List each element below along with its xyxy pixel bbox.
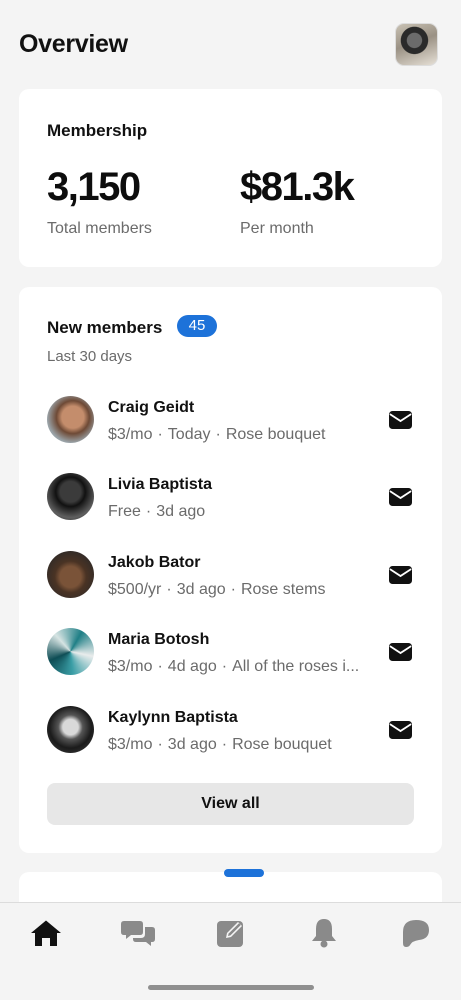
member-tier: All of the roses i... (232, 658, 360, 675)
membership-card: Membership 3,150 Total members $81.3k Pe… (19, 89, 442, 267)
nav-home[interactable] (23, 913, 69, 953)
member-joined: 3d ago (167, 736, 217, 753)
profile-avatar[interactable] (395, 23, 438, 66)
message-icon[interactable] (389, 488, 412, 506)
member-avatar (47, 473, 94, 520)
member-price: $3/mo (108, 736, 153, 753)
next-card-badge (224, 869, 264, 877)
home-icon (31, 920, 61, 946)
member-tier: Rose stems (240, 581, 326, 598)
member-meta: $500/yr · 3d ago · Rose stems (108, 581, 378, 599)
member-meta: Free · 3d ago (108, 503, 378, 521)
member-row[interactable]: Maria Botosh $3/mo · 4d ago · All of the ros… (19, 628, 442, 688)
chat-icon (121, 921, 155, 946)
member-joined: 3d ago (176, 581, 226, 598)
view-all-button[interactable]: View all (47, 783, 414, 825)
member-tier: Rose bouquet (232, 736, 332, 753)
member-joined: 3d ago (156, 503, 206, 520)
member-name: Jakob Bator (108, 554, 201, 571)
page-title: Overview (19, 30, 128, 58)
message-icon[interactable] (389, 566, 412, 584)
member-row[interactable]: Kaylynn Baptista $3/mo · 3d ago · Rose bouqu… (19, 706, 442, 766)
patreon-icon (403, 920, 429, 947)
member-avatar (47, 706, 94, 753)
nav-profile[interactable] (393, 913, 439, 953)
new-members-subtitle: Last 30 days (47, 348, 133, 365)
nav-messages[interactable] (115, 913, 161, 953)
message-icon[interactable] (389, 643, 412, 661)
member-tier: Rose bouquet (225, 426, 326, 443)
header: Overview (0, 0, 461, 90)
member-row[interactable]: Craig Geidt $3/mo · Today · Rose bouquet (19, 396, 442, 456)
nav-create[interactable] (208, 913, 254, 953)
member-avatar (47, 551, 94, 598)
member-meta: $3/mo · 4d ago · All of the roses i... (108, 658, 378, 676)
member-price: $3/mo (108, 658, 153, 675)
member-avatar (47, 628, 94, 675)
separator-dot: · (166, 581, 172, 598)
separator-dot: · (157, 658, 163, 675)
member-joined: 4d ago (167, 658, 217, 675)
member-meta: $3/mo · 3d ago · Rose bouquet (108, 736, 378, 754)
separator-dot: · (221, 658, 228, 675)
nav-notifications[interactable] (301, 913, 347, 953)
separator-dot: · (145, 503, 152, 520)
total-members-label: Total members (47, 220, 152, 237)
member-avatar (47, 396, 94, 443)
message-icon[interactable] (389, 721, 412, 739)
message-icon[interactable] (389, 411, 412, 429)
member-joined: Today (167, 426, 211, 443)
member-name: Craig Geidt (108, 399, 195, 416)
member-row[interactable]: Jakob Bator $500/yr · 3d ago · Rose stems (19, 551, 442, 611)
home-indicator (148, 985, 314, 990)
new-members-card: New members 45 Last 30 days Craig Geidt … (19, 287, 442, 853)
per-month-label: Per month (240, 220, 314, 237)
new-members-count-badge: 45 (177, 315, 217, 337)
new-members-title: New members (47, 318, 163, 337)
separator-dot: · (230, 581, 236, 598)
member-row[interactable]: Livia Baptista Free · 3d ago (19, 473, 442, 533)
separator-dot: · (215, 426, 221, 443)
member-price: $500/yr (108, 581, 162, 598)
member-name: Kaylynn Baptista (108, 709, 238, 726)
member-price: Free (108, 503, 141, 520)
separator-dot: · (221, 736, 228, 753)
membership-title: Membership (47, 121, 148, 140)
member-price: $3/mo (108, 426, 153, 443)
member-name: Livia Baptista (108, 476, 213, 493)
app-screen: Overview Membership 3,150 Total members … (0, 0, 461, 1000)
bell-icon (312, 919, 336, 948)
separator-dot: · (157, 736, 163, 753)
total-members-value: 3,150 (47, 165, 141, 209)
member-meta: $3/mo · Today · Rose bouquet (108, 426, 378, 444)
member-name: Maria Botosh (108, 631, 210, 648)
separator-dot: · (157, 426, 163, 443)
edit-icon (217, 921, 243, 947)
per-month-value: $81.3k (240, 165, 355, 209)
